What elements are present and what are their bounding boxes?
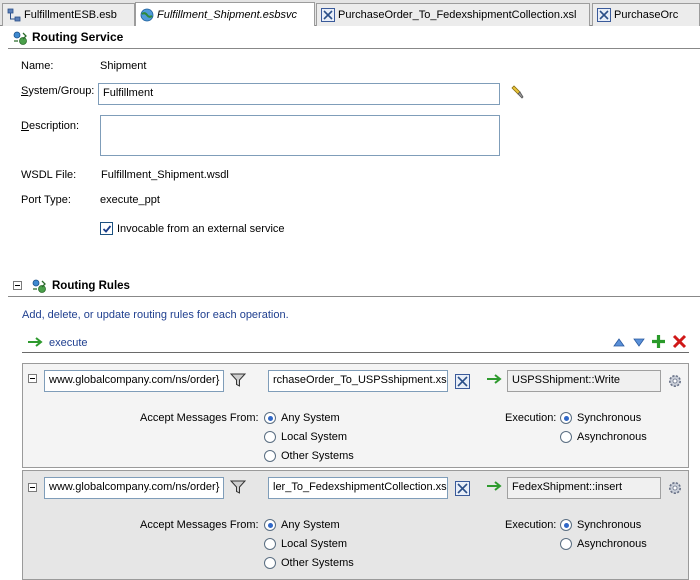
- option-label: Synchronous: [577, 412, 642, 424]
- xsl-mapper-icon[interactable]: [455, 374, 470, 389]
- option-label: Local System: [281, 431, 348, 443]
- system-group-input[interactable]: Fulfillment: [98, 83, 500, 105]
- invocable-option[interactable]: Invocable from an external service: [100, 222, 285, 235]
- radio-button[interactable]: [560, 412, 572, 424]
- wsdl-file-value: Fulfillment_Shipment.wsdl: [101, 169, 229, 181]
- tab-purchaseorder-truncated[interactable]: PurchaseOrc: [592, 3, 700, 26]
- accept-messages-label: Accept Messages From:: [140, 412, 259, 424]
- arrow-right-icon: [487, 481, 502, 491]
- gear-icon[interactable]: [667, 373, 683, 389]
- radio-button[interactable]: [264, 450, 276, 462]
- radio-button[interactable]: [264, 538, 276, 550]
- delete-icon[interactable]: [672, 334, 687, 349]
- routing-rules-title: Routing Rules: [52, 280, 130, 292]
- divider: [8, 48, 700, 49]
- target-service-field[interactable]: FedexShipment::insert: [507, 477, 661, 499]
- routing-rule-2: www.globalcompany.com/ns/order} ler_To_F…: [22, 470, 689, 580]
- filter-icon[interactable]: [230, 372, 246, 388]
- execution-asynchronous-radio[interactable]: Asynchronous: [560, 431, 647, 443]
- tab-purchaseorder-fedex-xsl[interactable]: PurchaseOrder_To_FedexshipmentCollection…: [316, 3, 590, 26]
- routing-rules-icon: [32, 279, 46, 293]
- divider: [8, 296, 700, 297]
- accept-other-systems-radio[interactable]: Other Systems: [264, 450, 354, 462]
- target-service-field[interactable]: USPSShipment::Write: [507, 370, 661, 392]
- execution-asynchronous-radio[interactable]: Asynchronous: [560, 538, 647, 550]
- collapse-rule-toggle[interactable]: [28, 374, 37, 383]
- divider: [22, 352, 689, 353]
- flashlight-icon[interactable]: [509, 85, 525, 101]
- execution-label: Execution:: [505, 519, 557, 531]
- collapse-routing-rules-toggle[interactable]: [13, 281, 22, 290]
- execution-label: Execution:: [505, 412, 557, 424]
- accept-messages-label: Accept Messages From:: [140, 519, 259, 531]
- move-up-icon[interactable]: [613, 338, 625, 347]
- option-label: Any System: [281, 519, 340, 531]
- move-down-icon[interactable]: [633, 338, 645, 347]
- wsdl-file-label: WSDL File:: [21, 169, 77, 181]
- port-type-label: Port Type:: [21, 194, 71, 206]
- description-label: Description:: [21, 120, 80, 132]
- tab-label: PurchaseOrc: [614, 9, 679, 21]
- tab-fulfillment-esb[interactable]: FulfillmentESB.esb: [2, 3, 135, 26]
- option-label: Local System: [281, 538, 348, 550]
- arrow-right-icon: [487, 374, 502, 384]
- radio-button[interactable]: [560, 519, 572, 531]
- arrow-right-icon: [28, 337, 43, 347]
- routing-service-title: Routing Service: [32, 30, 124, 44]
- collapse-rule-toggle[interactable]: [28, 483, 37, 492]
- esb-icon: [7, 8, 21, 22]
- accept-local-system-radio[interactable]: Local System: [264, 538, 347, 550]
- operation-execute[interactable]: execute: [49, 337, 88, 349]
- xsl-icon: [321, 8, 335, 22]
- transformation-field[interactable]: ler_To_FedexshipmentCollection.xsl: [268, 477, 448, 499]
- option-label: Other Systems: [281, 557, 354, 569]
- tab-label: Fulfillment_Shipment.esbsvc: [157, 8, 298, 21]
- option-label: Other Systems: [281, 450, 354, 462]
- radio-button[interactable]: [560, 538, 572, 550]
- transformation-field[interactable]: rchaseOrder_To_USPSshipment.xsl: [268, 370, 448, 392]
- namespace-field[interactable]: www.globalcompany.com/ns/order}: [44, 370, 224, 392]
- check-icon: [102, 224, 111, 233]
- xsl-icon: [597, 8, 611, 22]
- routing-rule-1: www.globalcompany.com/ns/order} rchaseOr…: [22, 363, 689, 468]
- option-label: Asynchronous: [577, 538, 647, 550]
- namespace-field[interactable]: www.globalcompany.com/ns/order}: [44, 477, 224, 499]
- xsl-mapper-icon[interactable]: [455, 481, 470, 496]
- option-label: Asynchronous: [577, 431, 647, 443]
- tab-label: FulfillmentESB.esb: [24, 9, 117, 21]
- tab-fulfillment-shipment[interactable]: Fulfillment_Shipment.esbsvc: [135, 2, 315, 26]
- radio-button[interactable]: [560, 431, 572, 443]
- globe-icon: [140, 8, 154, 21]
- radio-button[interactable]: [264, 519, 276, 531]
- option-label: Synchronous: [577, 519, 642, 531]
- editor-tab-bar: FulfillmentESB.esb Fulfillment_Shipment.…: [0, 0, 700, 26]
- option-label: Any System: [281, 412, 340, 424]
- radio-button[interactable]: [264, 412, 276, 424]
- accept-any-system-radio[interactable]: Any System: [264, 412, 340, 424]
- name-label: Name:: [21, 60, 54, 72]
- execution-synchronous-radio[interactable]: Synchronous: [560, 519, 641, 531]
- invocable-checkbox[interactable]: [100, 222, 113, 235]
- port-type-value: execute_ppt: [100, 194, 160, 206]
- routing-service-icon: [13, 31, 27, 45]
- add-icon[interactable]: [651, 334, 666, 349]
- accept-any-system-radio[interactable]: Any System: [264, 519, 340, 531]
- system-group-label: System/Group:: [21, 85, 95, 97]
- name-value: Shipment: [100, 60, 147, 72]
- filter-icon[interactable]: [230, 479, 246, 495]
- execution-synchronous-radio[interactable]: Synchronous: [560, 412, 641, 424]
- radio-button[interactable]: [264, 431, 276, 443]
- tab-label: PurchaseOrder_To_FedexshipmentCollection…: [338, 9, 577, 21]
- accept-other-systems-radio[interactable]: Other Systems: [264, 557, 354, 569]
- routing-rules-hint: Add, delete, or update routing rules for…: [22, 309, 289, 321]
- gear-icon[interactable]: [667, 480, 683, 496]
- description-textarea[interactable]: [100, 115, 500, 156]
- radio-button[interactable]: [264, 557, 276, 569]
- accept-local-system-radio[interactable]: Local System: [264, 431, 347, 443]
- invocable-label: Invocable from an external service: [117, 222, 285, 235]
